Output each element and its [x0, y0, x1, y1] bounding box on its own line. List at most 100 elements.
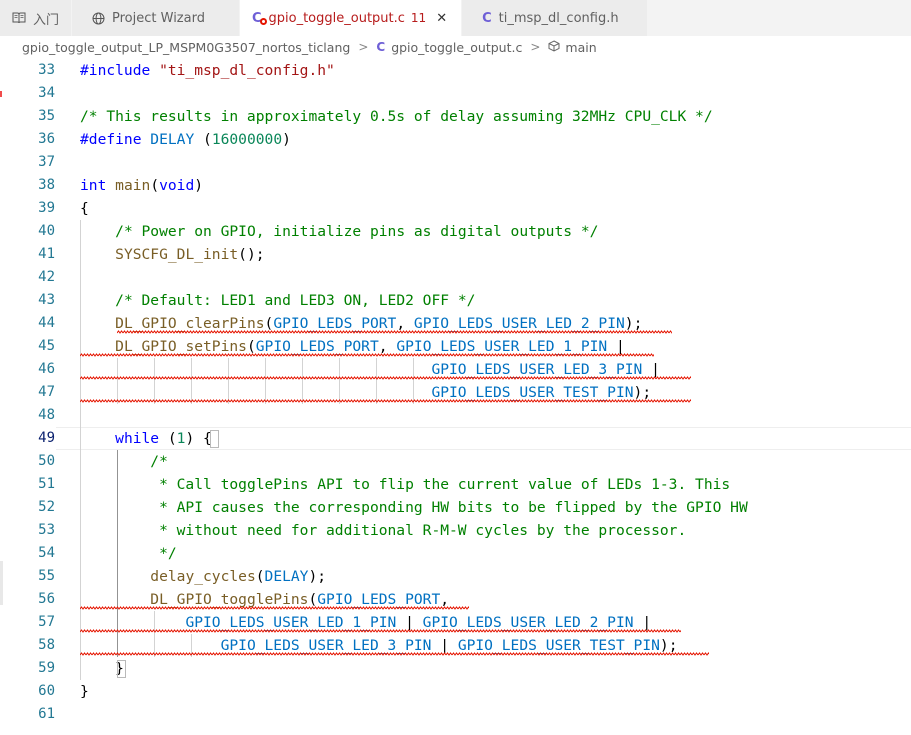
code-text: #define DELAY (16000000): [80, 128, 291, 151]
indent-guide: [154, 358, 155, 404]
line-number: 52: [38, 499, 55, 515]
breadcrumb: gpio_toggle_output_LP_MSPM0G3507_nortos_…: [0, 36, 911, 58]
line-number: 57: [38, 614, 55, 630]
code-text: * Call togglePins API to flip the curren…: [80, 473, 730, 496]
indent-guide: [154, 611, 155, 657]
code-line[interactable]: 50 /*: [0, 450, 911, 473]
bracket-match-highlight: [209, 430, 219, 448]
code-line[interactable]: 53 * without need for additional R-M-W c…: [0, 519, 911, 542]
code-line[interactable]: 40 /* Power on GPIO, initialize pins as …: [0, 220, 911, 243]
line-number: 48: [38, 407, 55, 423]
indent-guide: [117, 450, 118, 657]
line-number: 46: [38, 361, 55, 377]
code-line[interactable]: 48: [0, 404, 911, 427]
line-number: 51: [38, 476, 55, 492]
problem-count-badge: 11: [410, 11, 427, 25]
code-line[interactable]: 42: [0, 266, 911, 289]
code-text: * API causes the corresponding HW bits t…: [80, 496, 748, 519]
line-number: 53: [38, 522, 55, 538]
indent-guide: [80, 220, 81, 680]
breadcrumb-symbol[interactable]: main: [565, 40, 596, 55]
code-token: }: [80, 683, 89, 700]
code-token: ): [282, 131, 291, 148]
tab-project-wizard[interactable]: Project Wizard: [72, 0, 240, 36]
code-line[interactable]: 52 * API causes the corresponding HW bit…: [0, 496, 911, 519]
code-token: void: [159, 177, 195, 194]
code-token: DELAY: [264, 568, 309, 585]
error-squiggle: [80, 376, 691, 380]
line-number: 39: [38, 200, 55, 216]
code-line[interactable]: 35 /* This results in approximately 0.5s …: [0, 105, 911, 128]
code-token: while: [115, 430, 160, 447]
code-line[interactable]: 51 * Call togglePins API to flip the cur…: [0, 473, 911, 496]
code-line[interactable]: 54 */: [0, 542, 911, 565]
code-line[interactable]: 41 SYSCFG_DL_init();: [0, 243, 911, 266]
error-squiggle: [80, 399, 691, 403]
indent-guide: [302, 358, 303, 404]
code-line[interactable]: 59 }: [0, 657, 911, 680]
code-token: /* Default: LED1 and LED3 ON, LED2 OFF *…: [115, 292, 476, 309]
code-line[interactable]: 55 delay_cycles(DELAY);: [0, 565, 911, 588]
code-text: * without need for additional R-M-W cycl…: [80, 519, 686, 542]
code-editor[interactable]: 33 #include "ti_msp_dl_config.h" 34 35 /* Th…: [0, 58, 911, 735]
code-line[interactable]: 49 while (1) {: [0, 427, 911, 450]
code-text: /* This results in approximately 0.5s of…: [80, 105, 713, 128]
line-number: 45: [38, 338, 55, 354]
line-number: 43: [38, 292, 55, 308]
line-number: 50: [38, 453, 55, 469]
code-line[interactable]: 60}: [0, 680, 911, 703]
error-squiggle: [80, 652, 709, 656]
code-line[interactable]: 34: [0, 82, 911, 105]
chevron-right-icon: >: [358, 40, 369, 54]
line-number: 49: [38, 430, 55, 446]
line-number: 61: [38, 706, 55, 722]
code-token: ();: [238, 246, 265, 263]
line-number: 36: [38, 131, 55, 147]
code-text: SYSCFG_DL_init();: [80, 243, 265, 266]
line-number: 37: [38, 154, 55, 170]
code-token: SYSCFG_DL_init: [115, 246, 239, 263]
code-line[interactable]: 36 #define DELAY (16000000): [0, 128, 911, 151]
code-token: */: [159, 545, 177, 562]
code-token: /*: [150, 453, 168, 470]
close-icon[interactable]: ✕: [436, 11, 447, 26]
book-icon: [12, 12, 26, 24]
line-number: 33: [38, 62, 55, 78]
code-token: ) {: [185, 430, 212, 447]
code-line[interactable]: 61: [0, 703, 911, 726]
indent-guide: [376, 358, 377, 404]
breadcrumb-project[interactable]: gpio_toggle_output_LP_MSPM0G3507_nortos_…: [22, 40, 350, 55]
tab-gpio-toggle-output[interactable]: C gpio_toggle_output.c 11 ✕: [239, 0, 463, 36]
code-line[interactable]: 33 #include "ti_msp_dl_config.h": [0, 59, 911, 82]
indent-guide: [191, 358, 192, 404]
code-text: }: [80, 680, 89, 703]
code-token: #include: [80, 62, 160, 79]
code-token: /* Power on GPIO, initialize pins as dig…: [115, 223, 599, 240]
line-number: 40: [38, 223, 55, 239]
code-line[interactable]: 39 {: [0, 197, 911, 220]
line-number: 41: [38, 246, 55, 262]
bracket-match-highlight: [117, 660, 127, 678]
cube-icon: [548, 39, 560, 55]
tab-ti-msp-dl-config[interactable]: C ti_msp_dl_config.h: [462, 0, 648, 36]
code-text: /* Power on GPIO, initialize pins as dig…: [80, 220, 598, 243]
line-number: 34: [38, 85, 55, 101]
indent-guide: [228, 358, 229, 404]
code-line[interactable]: 37: [0, 151, 911, 174]
line-number: 54: [38, 545, 55, 561]
code-text: /*: [80, 450, 168, 473]
code-line[interactable]: 38 int main(void): [0, 174, 911, 197]
code-token: 16000000: [211, 131, 283, 148]
indent-guide: [117, 358, 118, 404]
tab-getting-started[interactable]: 入门: [0, 0, 73, 36]
breadcrumb-file[interactable]: gpio_toggle_output.c: [391, 40, 522, 55]
code-token: (: [203, 131, 212, 148]
code-line[interactable]: 43 /* Default: LED1 and LED3 ON, LED2 OF…: [0, 289, 911, 312]
